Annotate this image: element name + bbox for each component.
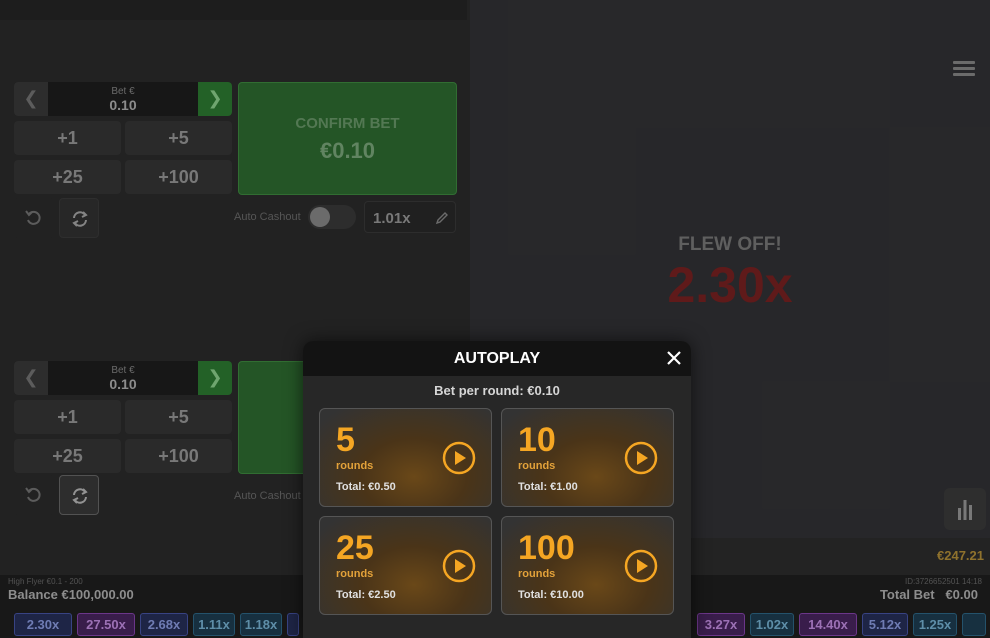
autoplay-option-25[interactable]: 25 rounds Total: €2.50 (319, 516, 492, 615)
close-icon (667, 351, 681, 365)
rounds-total: Total: €10.00 (518, 589, 584, 601)
rounds-label: rounds (336, 460, 374, 472)
autoplay-option-100[interactable]: 100 rounds Total: €10.00 (501, 516, 674, 615)
play-icon[interactable] (624, 441, 658, 475)
autoplay-option-10[interactable]: 10 rounds Total: €1.00 (501, 408, 674, 507)
rounds-total: Total: €0.50 (336, 481, 396, 493)
bet-per-round: Bet per round: €0.10 (434, 383, 560, 398)
play-icon[interactable] (624, 549, 658, 583)
game-screen: ❮ Bet € 0.10 ❯ +1 +5 +25 +100 CONFIRM BE… (0, 0, 990, 638)
rounds-count: 25 (336, 529, 374, 567)
rounds-count: 5 (336, 421, 355, 459)
play-icon[interactable] (442, 441, 476, 475)
rounds-label: rounds (518, 460, 556, 472)
autoplay-modal: AUTOPLAY Bet per round: €0.10 5 rounds T… (303, 341, 691, 638)
modal-header: AUTOPLAY (303, 341, 691, 376)
rounds-count: 10 (518, 421, 556, 459)
close-button[interactable] (665, 349, 683, 367)
play-icon[interactable] (442, 549, 476, 583)
rounds-count: 100 (518, 529, 575, 567)
autoplay-option-5[interactable]: 5 rounds Total: €0.50 (319, 408, 492, 507)
rounds-label: rounds (336, 568, 374, 580)
modal-title: AUTOPLAY (453, 350, 541, 367)
rounds-total: Total: €2.50 (336, 589, 396, 601)
rounds-total: Total: €1.00 (518, 481, 578, 493)
rounds-label: rounds (518, 568, 556, 580)
